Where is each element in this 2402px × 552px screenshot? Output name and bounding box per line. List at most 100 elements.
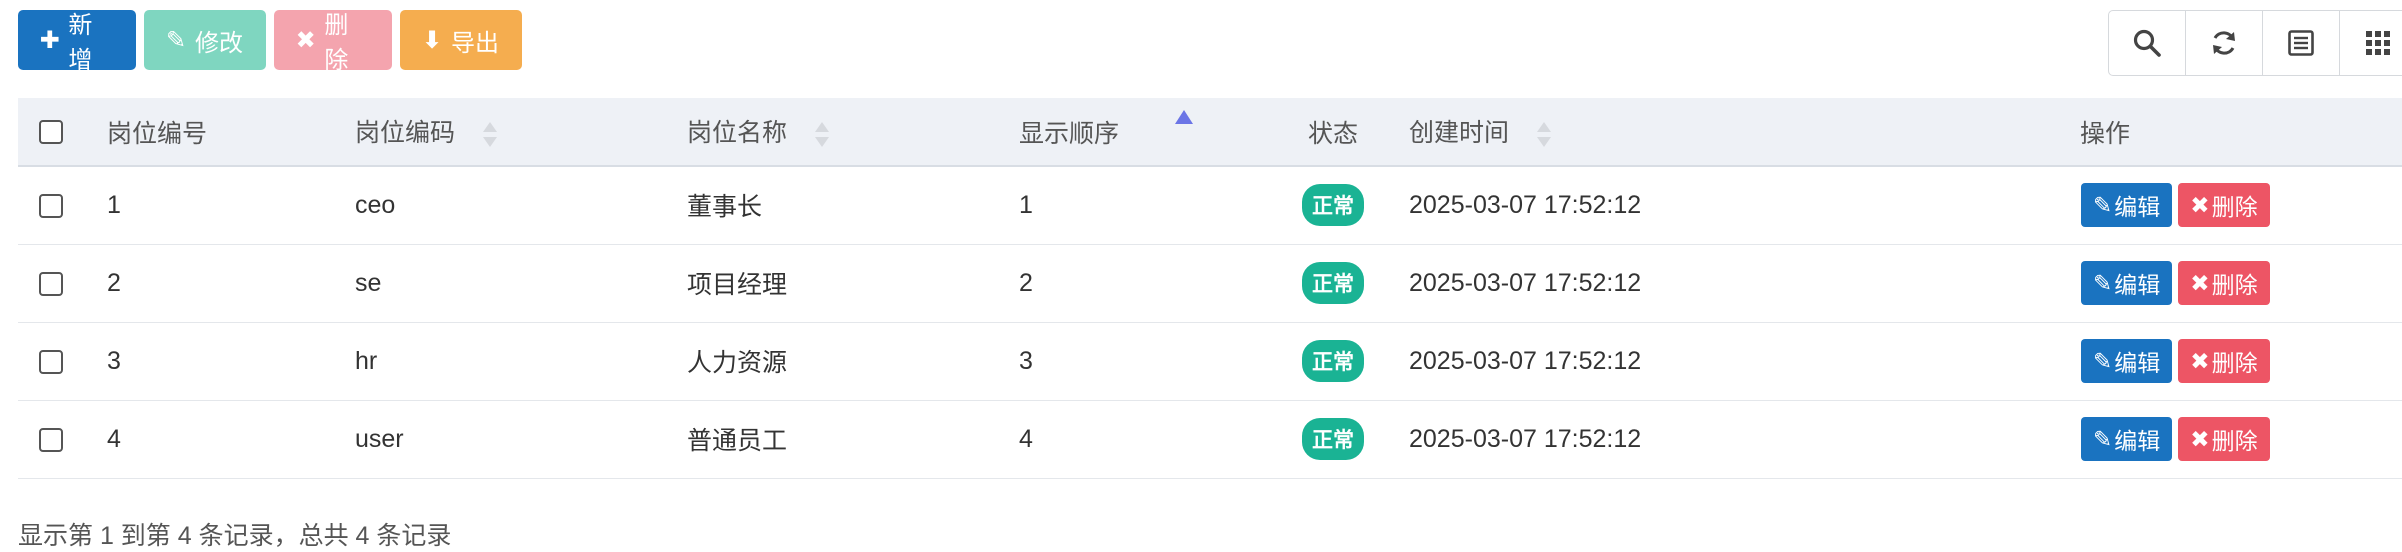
- edit-icon: ✎: [165, 26, 187, 54]
- cell-spacer: [1880, 166, 2080, 244]
- row-select[interactable]: [18, 322, 106, 400]
- cell-post-id: 3: [107, 346, 121, 375]
- sort-icon: [815, 120, 830, 150]
- grid-icon: [2366, 31, 2390, 55]
- row-checkbox[interactable]: [39, 194, 63, 219]
- cell-post-name: 人力资源: [687, 349, 788, 377]
- edit-icon: ✎: [2093, 269, 2113, 296]
- cell-create-time: 2025-03-07 17:52:12: [1409, 346, 1642, 375]
- cell-actions: ✎ 编辑 ✖ 删除: [2080, 322, 2402, 400]
- row-delete-button[interactable]: ✖ 删除: [2178, 417, 2270, 461]
- row-delete-label: 删除: [2211, 272, 2258, 298]
- row-delete-button[interactable]: ✖ 删除: [2178, 339, 2270, 383]
- header-select-all[interactable]: [18, 98, 106, 167]
- cell-post-code: ceo: [355, 190, 396, 219]
- table-tools: [2108, 10, 2402, 76]
- plus-icon: ✚: [39, 26, 60, 54]
- cell-post-code: user: [355, 424, 404, 453]
- header-post-id[interactable]: 岗位编号: [106, 98, 354, 167]
- cell-post-code: hr: [355, 346, 378, 375]
- row-select[interactable]: [18, 244, 106, 322]
- row-edit-button[interactable]: ✎ 编辑: [2081, 417, 2173, 461]
- row-select[interactable]: [18, 400, 106, 478]
- row-edit-label: 编辑: [2114, 428, 2161, 454]
- edit-icon: ✎: [2093, 347, 2113, 374]
- cell-status: 正常: [1258, 400, 1408, 478]
- download-icon: ⬇: [421, 26, 443, 54]
- header-post-name-label: 岗位名称: [687, 119, 788, 148]
- row-checkbox[interactable]: [39, 427, 63, 452]
- cell-status: 正常: [1258, 244, 1408, 322]
- cell-status: 正常: [1258, 322, 1408, 400]
- add-button-label: 新增: [68, 12, 93, 74]
- close-icon: ✖: [2190, 191, 2210, 218]
- edit-icon: ✎: [2093, 191, 2113, 218]
- row-edit-button[interactable]: ✎ 编辑: [2081, 183, 2173, 228]
- status-badge: 正常: [1302, 184, 1364, 227]
- list-icon: [2288, 30, 2314, 56]
- close-icon: ✖: [2190, 347, 2210, 374]
- row-edit-label: 编辑: [2114, 350, 2161, 376]
- close-icon: ✖: [295, 26, 316, 54]
- cell-post-name: 普通员工: [687, 427, 788, 455]
- cell-post-name: 董事长: [687, 193, 763, 222]
- close-icon: ✖: [2190, 425, 2210, 452]
- edit-button-label: 修改: [195, 29, 243, 57]
- refresh-button[interactable]: [2185, 10, 2263, 76]
- row-edit-label: 编辑: [2114, 272, 2161, 298]
- post-table: 岗位编号 岗位编码 岗位名称 显示顺序 状态 创建时间 操作 1 ceo 董事长…: [18, 98, 2402, 479]
- cell-create-time: 2025-03-07 17:52:12: [1409, 268, 1642, 297]
- sort-icon: [1537, 120, 1552, 150]
- row-delete-button[interactable]: ✖ 删除: [2178, 261, 2270, 305]
- status-badge: 正常: [1302, 340, 1364, 382]
- cell-post-id: 2: [107, 268, 121, 297]
- edit-button[interactable]: ✎ 修改: [144, 10, 266, 70]
- table-row: 2 se 项目经理 2 正常 2025-03-07 17:52:12 ✎ 编辑 ✖ 删…: [18, 244, 2402, 322]
- select-all-checkbox[interactable]: [39, 120, 63, 145]
- cell-sort: 4: [1019, 424, 1033, 453]
- toggle-view-button[interactable]: [2262, 10, 2340, 76]
- table-header-row: 岗位编号 岗位编码 岗位名称 显示顺序 状态 创建时间 操作: [18, 98, 2402, 167]
- delete-button[interactable]: ✖ 删除: [274, 10, 392, 74]
- row-checkbox[interactable]: [39, 349, 63, 374]
- header-post-name[interactable]: 岗位名称: [686, 98, 1018, 167]
- table-row: 1 ceo 董事长 1 正常 2025-03-07 17:52:12 ✎ 编辑 ✖ 删…: [18, 166, 2402, 244]
- row-select[interactable]: [18, 166, 106, 244]
- columns-button[interactable]: [2339, 10, 2402, 76]
- row-edit-button[interactable]: ✎ 编辑: [2081, 261, 2173, 305]
- row-delete-label: 删除: [2211, 194, 2258, 221]
- header-status: 状态: [1258, 98, 1408, 167]
- cell-create-time: 2025-03-07 17:52:12: [1409, 424, 1642, 453]
- row-edit-label: 编辑: [2114, 194, 2161, 221]
- cell-post-name: 项目经理: [687, 271, 788, 299]
- search-icon: [2133, 29, 2161, 57]
- cell-create-time: 2025-03-07 17:52:12: [1409, 190, 1642, 219]
- status-badge: 正常: [1302, 262, 1364, 304]
- sort-icon: [483, 120, 498, 150]
- search-toggle-button[interactable]: [2108, 10, 2186, 76]
- export-button[interactable]: ⬇ 导出: [400, 10, 522, 70]
- cell-sort: 2: [1019, 268, 1033, 297]
- header-post-code[interactable]: 岗位编码: [354, 98, 686, 167]
- cell-post-id: 4: [107, 424, 121, 453]
- header-create-time-label: 创建时间: [1409, 119, 1510, 148]
- cell-spacer: [1880, 400, 2080, 478]
- cell-actions: ✎ 编辑 ✖ 删除: [2080, 166, 2402, 244]
- cell-actions: ✎ 编辑 ✖ 删除: [2080, 244, 2402, 322]
- table-row: 3 hr 人力资源 3 正常 2025-03-07 17:52:12 ✎ 编辑 ✖ 删…: [18, 322, 2402, 400]
- edit-icon: ✎: [2093, 425, 2113, 452]
- cell-sort: 3: [1019, 346, 1033, 375]
- add-button[interactable]: ✚ 新增: [18, 10, 136, 74]
- export-button-label: 导出: [451, 29, 499, 57]
- row-checkbox[interactable]: [39, 271, 63, 296]
- header-actions: 操作: [2080, 98, 2402, 167]
- row-delete-button[interactable]: ✖ 删除: [2178, 183, 2270, 228]
- cell-post-code: se: [355, 268, 382, 297]
- header-create-time[interactable]: 创建时间: [1408, 98, 1880, 167]
- row-edit-button[interactable]: ✎ 编辑: [2081, 339, 2173, 383]
- header-sort[interactable]: 显示顺序: [1018, 98, 1258, 167]
- table-row: 4 user 普通员工 4 正常 2025-03-07 17:52:12 ✎ 编辑…: [18, 400, 2402, 478]
- delete-button-label: 删除: [324, 12, 349, 74]
- header-sort-label: 显示顺序: [1019, 119, 1120, 148]
- cell-spacer: [1880, 322, 2080, 400]
